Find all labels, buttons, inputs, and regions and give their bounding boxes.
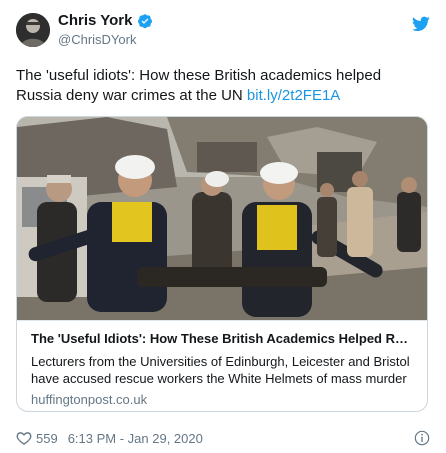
link-card[interactable]: The 'Useful Idiots': How These British A… (16, 116, 428, 412)
display-name[interactable]: Chris York (58, 12, 132, 29)
heart-icon[interactable] (16, 430, 32, 446)
card-domain: huffingtonpost.co.uk (31, 392, 148, 407)
card-title[interactable]: The 'Useful Idiots': How These British A… (31, 330, 415, 347)
avatar[interactable] (16, 13, 50, 47)
avatar-image (16, 13, 50, 47)
card-body[interactable]: The 'Useful Idiots': How These British A… (17, 320, 427, 411)
author-name-row[interactable]: Chris York (58, 12, 153, 29)
tweet-footer: 559 6:13 PM - Jan 29, 2020 (16, 430, 203, 446)
card-description: Lecturers from the Universities of Edinb… (31, 354, 410, 386)
tweet-text: The 'useful idiots': How these British a… (16, 66, 428, 106)
twitter-bird-icon[interactable] (412, 16, 430, 32)
tweet-embed: Chris York @ChrisDYork The 'useful idiot… (0, 0, 446, 453)
info-icon[interactable] (414, 430, 430, 446)
card-image[interactable] (17, 117, 427, 320)
author-handle[interactable]: @ChrisDYork (58, 32, 136, 47)
timestamp[interactable]: 6:13 PM - Jan 29, 2020 (68, 431, 203, 446)
tweet-link[interactable]: bit.ly/2t2FE1A (247, 87, 340, 104)
verified-icon (137, 13, 153, 29)
like-count[interactable]: 559 (36, 431, 58, 446)
